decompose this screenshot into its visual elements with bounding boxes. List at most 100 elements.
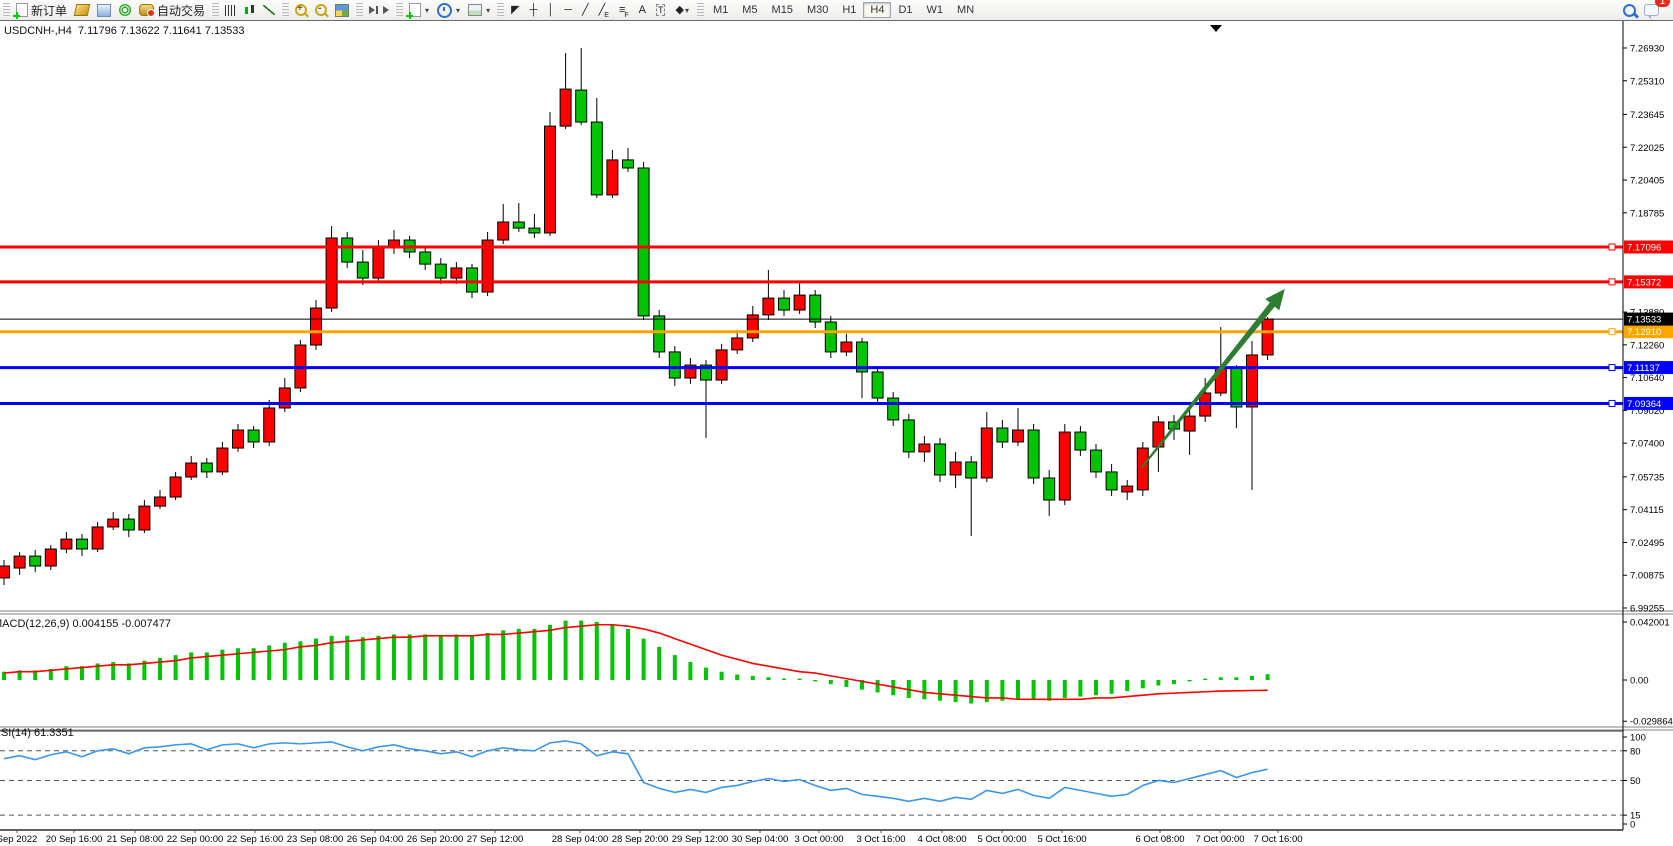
data-window-button[interactable] bbox=[93, 1, 115, 19]
price-line-label: 7.15372 bbox=[1624, 275, 1673, 288]
timeframe-d1[interactable]: D1 bbox=[891, 2, 919, 18]
periods-button[interactable]: ▾ bbox=[433, 1, 464, 19]
timeframe-m5[interactable]: M5 bbox=[735, 2, 764, 18]
candle bbox=[825, 322, 836, 352]
date-tick-label: 3 Oct 00:00 bbox=[794, 834, 843, 845]
new-order-button[interactable]: 新订单 bbox=[12, 1, 71, 19]
new-order-label: 新订单 bbox=[31, 2, 67, 19]
candle bbox=[1091, 450, 1102, 472]
candle bbox=[248, 430, 259, 442]
timeframe-m1[interactable]: M1 bbox=[706, 2, 735, 18]
scroll-to-end-button[interactable] bbox=[365, 1, 379, 19]
cursor-icon: ◤ bbox=[511, 5, 519, 16]
text-tool[interactable]: A bbox=[634, 1, 651, 19]
date-tick-label: 30 Sep 04:00 bbox=[732, 834, 789, 845]
new-order-icon bbox=[16, 3, 28, 17]
zoom-in-button[interactable] bbox=[291, 1, 311, 19]
timeframe-h1[interactable]: H1 bbox=[835, 2, 863, 18]
timeframe-h4[interactable]: H4 bbox=[863, 2, 891, 18]
svg-text:7.12910: 7.12910 bbox=[1627, 327, 1661, 338]
candle bbox=[1013, 430, 1024, 442]
trend-arrow-annotation[interactable] bbox=[1141, 289, 1285, 469]
market-watch-button[interactable] bbox=[71, 1, 93, 19]
auto-trading-button[interactable]: 自动交易 bbox=[135, 1, 209, 19]
bar-chart-button[interactable] bbox=[221, 1, 240, 19]
rsi-line bbox=[4, 741, 1268, 801]
text-label-tool[interactable]: T bbox=[651, 1, 671, 19]
notifications-button[interactable]: 1 bbox=[1640, 1, 1663, 19]
search-button[interactable] bbox=[1619, 1, 1640, 19]
price-line-label: 7.13533 bbox=[1624, 313, 1673, 326]
candle bbox=[919, 444, 930, 452]
tile-windows-button[interactable] bbox=[331, 1, 353, 19]
candle bbox=[1059, 432, 1070, 500]
line-anchor-marker bbox=[1609, 279, 1615, 285]
date-tick-label: 4 Oct 08:00 bbox=[917, 834, 966, 845]
line-anchor-marker bbox=[1609, 329, 1615, 335]
trendline-tool[interactable]: ╱ bbox=[577, 1, 594, 19]
candle bbox=[1184, 416, 1195, 431]
candle bbox=[1106, 472, 1117, 490]
fibonacci-tool[interactable]: ≡F bbox=[614, 1, 634, 19]
horizontal-line-tool[interactable]: ─ bbox=[559, 1, 577, 19]
price-tick-label: 7.20405 bbox=[1630, 176, 1664, 187]
timeframe-mn[interactable]: MN bbox=[950, 2, 981, 18]
toolbar-grip[interactable] bbox=[2, 3, 10, 17]
cursor-tool[interactable]: ◤ bbox=[506, 1, 524, 19]
bar-chart-icon bbox=[225, 5, 236, 16]
line-anchor-marker bbox=[1609, 400, 1615, 406]
candle bbox=[607, 160, 618, 195]
auto-scroll-button[interactable] bbox=[379, 1, 393, 19]
line-chart-button[interactable] bbox=[259, 1, 279, 19]
toolbar-grip[interactable] bbox=[496, 3, 504, 17]
date-tick-label: 28 Sep 04:00 bbox=[552, 834, 609, 845]
timeframe-m30[interactable]: M30 bbox=[800, 2, 835, 18]
candle bbox=[669, 352, 680, 378]
candle bbox=[92, 527, 103, 549]
zoom-out-button[interactable] bbox=[311, 1, 331, 19]
equidistant-channel-tool[interactable]: ╱E bbox=[594, 1, 614, 19]
crosshair-tool[interactable]: ┼ bbox=[525, 1, 543, 19]
arrows-tool[interactable]: ◆▾ bbox=[670, 1, 693, 19]
candle bbox=[311, 308, 322, 345]
date-tick-label: 26 Sep 20:00 bbox=[407, 834, 464, 845]
candle bbox=[264, 408, 275, 442]
price-line-label: 7.09364 bbox=[1624, 397, 1673, 410]
price-tick-label: 7.26930 bbox=[1630, 44, 1664, 55]
chart-canvas[interactable]: 7.269307.253107.236457.220257.204057.187… bbox=[0, 0, 1673, 846]
candle bbox=[30, 556, 41, 566]
svg-text:7.11137: 7.11137 bbox=[1627, 363, 1660, 374]
navigator-button[interactable] bbox=[115, 1, 135, 19]
date-tick-label: 22 Sep 00:00 bbox=[167, 834, 224, 845]
auto-scroll-icon bbox=[383, 6, 389, 14]
toolbar-grip[interactable] bbox=[395, 3, 403, 17]
toolbar-grip[interactable] bbox=[281, 3, 289, 17]
candle bbox=[326, 238, 337, 308]
toolbar-grip[interactable] bbox=[696, 3, 704, 17]
templates-button[interactable]: ▾ bbox=[464, 1, 494, 19]
toolbar-grip[interactable] bbox=[355, 3, 363, 17]
template-icon bbox=[468, 4, 482, 16]
candle bbox=[888, 398, 899, 420]
candle bbox=[732, 338, 743, 350]
candle bbox=[435, 264, 446, 278]
arrows-icon: ◆ bbox=[675, 5, 683, 16]
candle bbox=[342, 238, 353, 262]
chart-title: USDCNH-,H4 7.11796 7.13622 7.11641 7.135… bbox=[4, 25, 245, 37]
candlestick-chart-button[interactable] bbox=[240, 1, 259, 19]
candle bbox=[186, 463, 197, 477]
search-icon bbox=[1623, 4, 1636, 17]
chevron-down-icon: ▾ bbox=[425, 6, 429, 15]
price-tick-label: 7.05735 bbox=[1630, 472, 1664, 483]
timeframe-m15[interactable]: M15 bbox=[765, 2, 800, 18]
vertical-line-tool[interactable]: │ bbox=[542, 1, 559, 19]
chart-shift-marker[interactable] bbox=[1210, 25, 1222, 32]
timeframe-w1[interactable]: W1 bbox=[920, 2, 951, 18]
toolbar-grip[interactable] bbox=[211, 3, 219, 17]
indicators-button[interactable]: ▾ bbox=[405, 1, 433, 19]
line-anchor-marker bbox=[1609, 365, 1615, 371]
notification-badge: 1 bbox=[1655, 0, 1670, 7]
candle bbox=[61, 539, 72, 549]
price-line-label: 7.12910 bbox=[1624, 325, 1673, 338]
indicators-icon bbox=[409, 3, 421, 17]
